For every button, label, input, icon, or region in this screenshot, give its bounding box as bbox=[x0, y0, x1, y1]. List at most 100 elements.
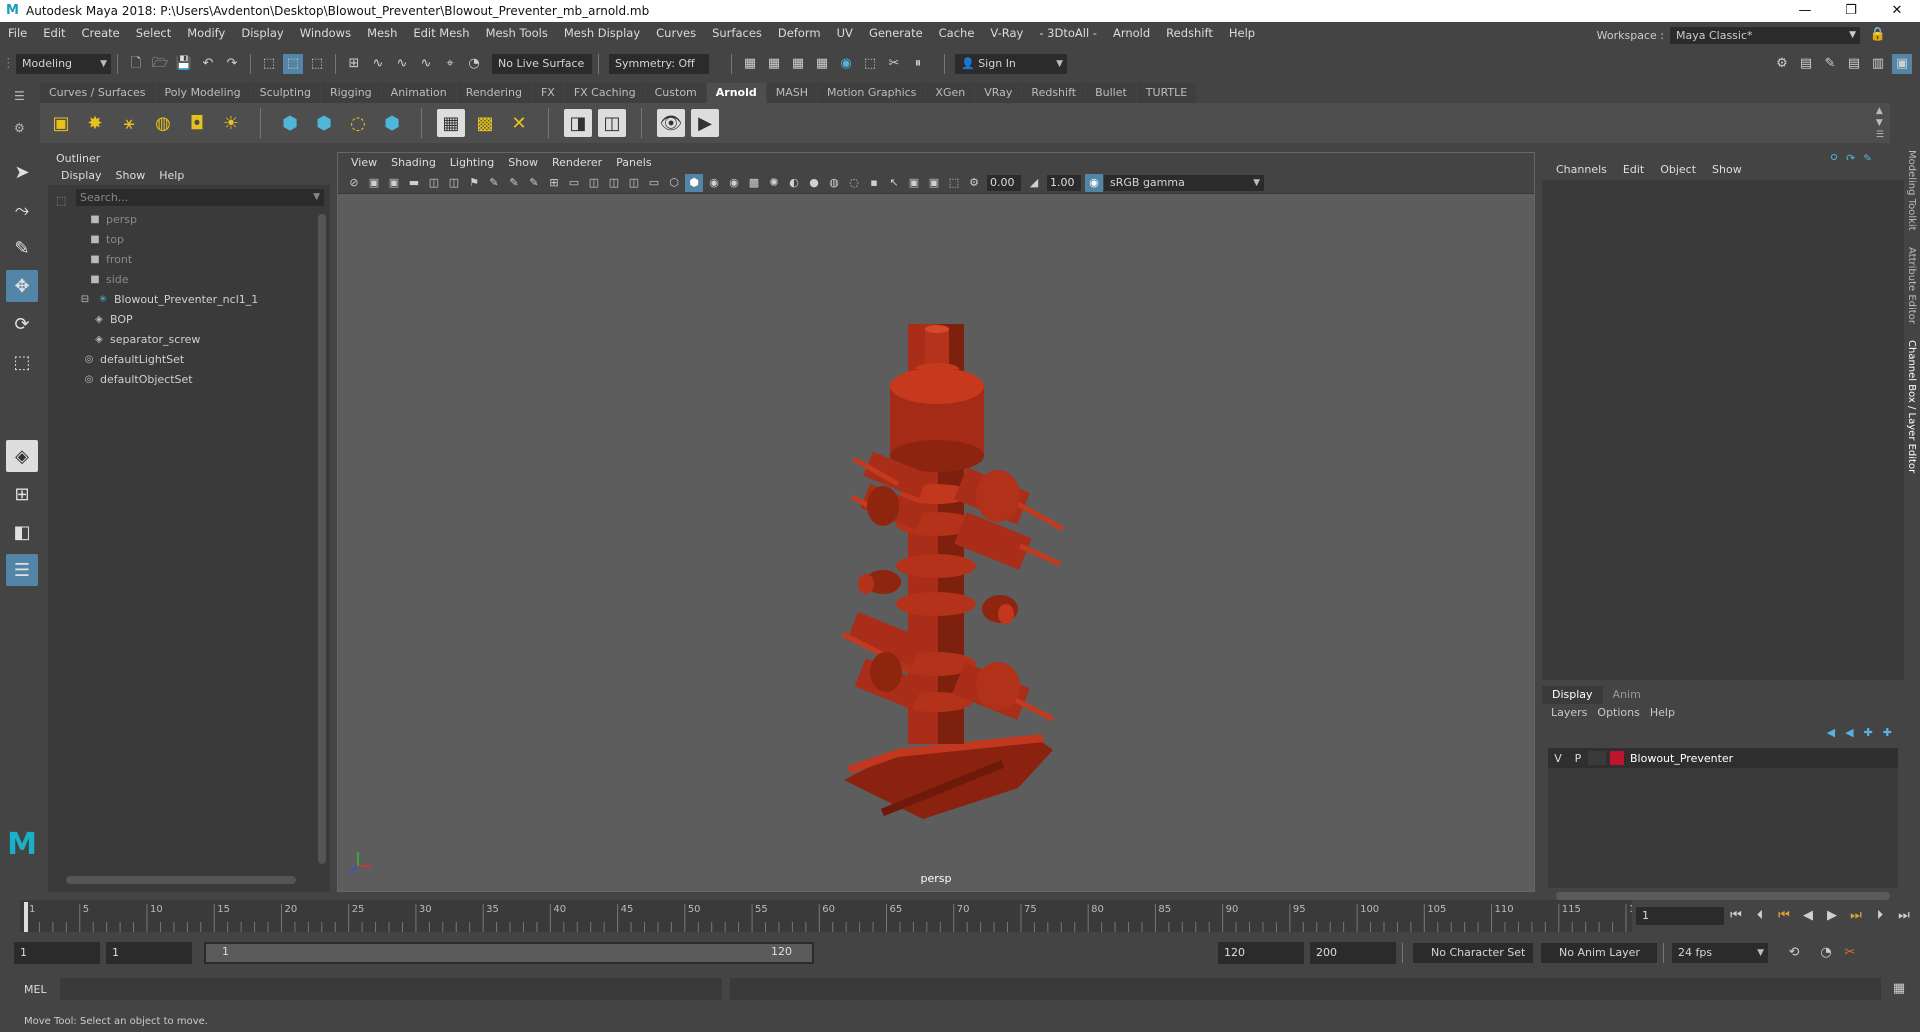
gamma-field[interactable]: 1.00 bbox=[1047, 174, 1081, 191]
playback-end-field[interactable]: 120 bbox=[1218, 942, 1304, 964]
close-button[interactable]: ✕ bbox=[1874, 0, 1920, 22]
scale-tool-icon[interactable]: ⬚ bbox=[6, 346, 38, 378]
step-back-frame-icon[interactable]: ⏴ bbox=[1750, 906, 1770, 926]
select-component-icon[interactable]: ⬚ bbox=[307, 54, 327, 74]
outliner-item-side[interactable]: ■ side bbox=[78, 270, 330, 290]
outliner-menu-show[interactable]: Show bbox=[109, 167, 153, 185]
play-backwards-icon[interactable]: ◀ bbox=[1798, 906, 1818, 926]
attribute-editor-toggle-icon[interactable]: ▤ bbox=[1796, 54, 1816, 74]
snap-point-icon[interactable]: ∿ bbox=[392, 54, 412, 74]
image-plane-icon[interactable]: ▬ bbox=[405, 174, 423, 192]
menu-select[interactable]: Select bbox=[128, 26, 179, 40]
lock-icon[interactable]: 🔒 bbox=[1868, 25, 1888, 45]
menu-surfaces[interactable]: Surfaces bbox=[704, 26, 770, 40]
shelf-tab-rendering[interactable]: Rendering bbox=[456, 83, 531, 103]
viewport-menu-view[interactable]: View bbox=[344, 153, 384, 172]
shelf-tab-poly-modeling[interactable]: Poly Modeling bbox=[155, 83, 250, 103]
snap-grid-icon[interactable]: ⊞ bbox=[344, 54, 364, 74]
select-tool-icon[interactable]: ➤ bbox=[6, 156, 38, 188]
render-view-arnold-icon[interactable]: ◫ bbox=[598, 109, 626, 137]
light-portal-icon[interactable]: ◘ bbox=[183, 109, 211, 137]
frame-icon[interactable]: ⬚ bbox=[945, 174, 963, 192]
range-slider[interactable]: 1 120 bbox=[204, 942, 814, 964]
mode-dropdown[interactable]: Modeling ▼ bbox=[16, 54, 111, 74]
rotate-tool-icon[interactable]: ⟳ bbox=[6, 308, 38, 340]
wireframe-icon[interactable]: ◫ bbox=[605, 174, 623, 192]
menu-edit-mesh[interactable]: Edit Mesh bbox=[405, 26, 477, 40]
grid-icon[interactable]: ⊞ bbox=[545, 174, 563, 192]
move-layer-down-icon[interactable]: ◀ bbox=[1845, 726, 1853, 739]
outliner-layout-icon[interactable]: ☰ bbox=[6, 554, 38, 586]
channel-box-menu-show[interactable]: Show bbox=[1704, 160, 1750, 180]
channel-box-menu-edit[interactable]: Edit bbox=[1615, 160, 1652, 180]
snap-projected-icon[interactable]: ∿ bbox=[416, 54, 436, 74]
modeling-toolkit-toggle-icon[interactable]: ⚙ bbox=[1772, 54, 1792, 74]
isolate-select-icon[interactable]: ◌ bbox=[845, 174, 863, 192]
photometric-light-icon[interactable]: ⚹ bbox=[115, 109, 143, 137]
color-space-dropdown[interactable]: sRGB gamma ▼ bbox=[1104, 174, 1264, 191]
playback-start-field[interactable]: 1 bbox=[106, 942, 192, 964]
select-hierarchy-icon[interactable]: ⬚ bbox=[259, 54, 279, 74]
animation-start-field[interactable]: 1 bbox=[14, 942, 100, 964]
exposure-icon[interactable]: ⚙ bbox=[965, 174, 983, 192]
layer-menu-layers[interactable]: Layers bbox=[1546, 704, 1592, 722]
menu-cache[interactable]: Cache bbox=[931, 26, 983, 40]
snap-curve-icon[interactable]: ∿ bbox=[368, 54, 388, 74]
mesh-light-icon[interactable]: ✸ bbox=[81, 109, 109, 137]
outliner-menu-help[interactable]: Help bbox=[152, 167, 191, 185]
new-layer-selected-icon[interactable]: ✚ bbox=[1883, 726, 1892, 739]
grease-pencil-icon[interactable]: ◫ bbox=[445, 174, 463, 192]
shelf-menu-icon[interactable]: ☰ ⚙ bbox=[14, 88, 34, 138]
shelf-tab-custom[interactable]: Custom bbox=[645, 83, 706, 103]
script-editor-icon[interactable]: ▦ bbox=[1889, 979, 1909, 999]
layer-menu-options[interactable]: Options bbox=[1592, 704, 1644, 722]
auto-key-icon[interactable]: ◔ bbox=[1816, 943, 1836, 963]
shelf-tab-fx-caching[interactable]: FX Caching bbox=[564, 83, 645, 103]
render-frame-icon[interactable]: ▦ bbox=[764, 54, 784, 74]
play-forwards-icon[interactable]: ▶ bbox=[1822, 906, 1842, 926]
menu-mesh-display[interactable]: Mesh Display bbox=[556, 26, 648, 40]
physical-sky-icon[interactable]: ☀ bbox=[217, 109, 245, 137]
gamma-icon[interactable]: ◢ bbox=[1025, 174, 1043, 192]
move-layer-up-icon[interactable]: ◀ bbox=[1827, 726, 1835, 739]
layer-color-swatch[interactable] bbox=[1610, 751, 1624, 765]
skydome-light-icon[interactable]: ◍ bbox=[149, 109, 177, 137]
channel-box-menu-channels[interactable]: Channels bbox=[1548, 160, 1615, 180]
layer-playback-toggle[interactable]: P bbox=[1568, 752, 1588, 765]
flush-textures-icon[interactable]: ▩ bbox=[471, 109, 499, 137]
render-history-icon[interactable]: ▦ bbox=[740, 54, 760, 74]
shelf-tab-redshift[interactable]: Redshift bbox=[1022, 83, 1086, 103]
snap-view-plane-icon[interactable]: ⌖ bbox=[440, 54, 460, 74]
menu-curves[interactable]: Curves bbox=[648, 26, 704, 40]
outliner-vertical-scrollbar[interactable] bbox=[318, 214, 326, 864]
outliner-toggle-icon[interactable]: ▥ bbox=[1868, 54, 1888, 74]
workspace-dropdown[interactable]: Maya Classic* ▼ bbox=[1670, 26, 1860, 44]
wireframe-on-shaded-icon[interactable]: ⬡ bbox=[665, 174, 683, 192]
anim-layer-dropdown[interactable]: No Anim Layer bbox=[1541, 943, 1657, 963]
menu-deform[interactable]: Deform bbox=[770, 26, 829, 40]
outliner-item-default-light-set[interactable]: ◎ defaultLightSet bbox=[78, 350, 330, 370]
menu-arnold[interactable]: Arnold bbox=[1105, 26, 1158, 40]
menu-help[interactable]: Help bbox=[1221, 26, 1263, 40]
menu-edit[interactable]: Edit bbox=[35, 26, 73, 40]
layer-menu-help[interactable]: Help bbox=[1645, 704, 1680, 722]
standin-icon[interactable]: ⬢ bbox=[276, 109, 304, 137]
menu-vray[interactable]: V-Ray bbox=[982, 26, 1031, 40]
safe-action-icon[interactable]: ▭ bbox=[565, 174, 583, 192]
step-forward-frame-icon[interactable]: ⏵ bbox=[1870, 906, 1890, 926]
outliner-item-default-object-set[interactable]: ◎ defaultObjectSet bbox=[78, 370, 330, 390]
camera-select-icon[interactable]: ⊘ bbox=[345, 174, 363, 192]
exposure-field[interactable]: 0.00 bbox=[987, 174, 1021, 191]
current-time-marker[interactable] bbox=[24, 902, 28, 932]
menu-modify[interactable]: Modify bbox=[179, 26, 233, 40]
layer-row[interactable]: V P Blowout_Preventer bbox=[1548, 748, 1898, 768]
use-all-lights-icon[interactable]: ◉ bbox=[725, 174, 743, 192]
make-live-icon[interactable]: ◔ bbox=[464, 54, 484, 74]
shaded-icon[interactable]: ⬢ bbox=[685, 173, 703, 192]
outliner-item-top[interactable]: ■ top bbox=[78, 230, 330, 250]
viewport-menu-show[interactable]: Show bbox=[501, 153, 545, 172]
resolution-gate-icon[interactable]: ✎ bbox=[485, 174, 503, 192]
minimize-button[interactable]: — bbox=[1782, 0, 1828, 22]
outliner-item-front[interactable]: ■ front bbox=[78, 250, 330, 270]
layer-toggle-icon[interactable]: ▣ bbox=[1892, 54, 1912, 74]
